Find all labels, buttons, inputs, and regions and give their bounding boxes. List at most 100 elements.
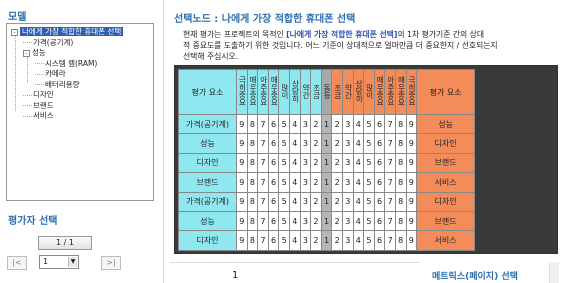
score-option[interactable]: 7 bbox=[257, 113, 269, 135]
score-option[interactable]: 4 bbox=[288, 113, 301, 135]
score-option[interactable]: 6 bbox=[267, 113, 280, 135]
score-option[interactable]: 3 bbox=[299, 172, 312, 193]
score-option[interactable]: 6 bbox=[267, 133, 280, 154]
score-option[interactable]: 4 bbox=[352, 152, 365, 174]
score-option[interactable]: 4 bbox=[288, 152, 301, 174]
score-option-equal[interactable]: 1 bbox=[320, 152, 333, 174]
tree-collapse-icon[interactable]: - bbox=[23, 49, 30, 57]
score-option[interactable]: 7 bbox=[257, 191, 269, 212]
score-option[interactable]: 8 bbox=[246, 133, 259, 154]
score-option[interactable]: 2 bbox=[331, 113, 343, 135]
score-option[interactable]: 7 bbox=[384, 230, 396, 251]
score-option[interactable]: 9 bbox=[236, 210, 248, 232]
score-option[interactable]: 2 bbox=[331, 152, 343, 174]
score-option[interactable]: 3 bbox=[299, 152, 312, 174]
tree-item[interactable]: 배터리용량 bbox=[35, 79, 80, 90]
score-option[interactable]: 7 bbox=[384, 133, 396, 154]
score-option[interactable]: 5 bbox=[278, 152, 290, 174]
score-option[interactable]: 9 bbox=[405, 152, 418, 174]
score-option[interactable]: 2 bbox=[331, 172, 343, 193]
score-option[interactable]: 9 bbox=[405, 230, 418, 251]
score-option[interactable]: 9 bbox=[236, 152, 248, 174]
score-option[interactable]: 6 bbox=[373, 210, 386, 232]
score-option[interactable]: 5 bbox=[363, 210, 375, 232]
score-option[interactable]: 9 bbox=[236, 113, 248, 135]
score-option[interactable]: 7 bbox=[257, 172, 269, 193]
last-page-button[interactable]: >| bbox=[101, 256, 121, 270]
score-option[interactable]: 7 bbox=[257, 210, 269, 232]
score-option[interactable]: 8 bbox=[246, 210, 259, 232]
score-option[interactable]: 2 bbox=[310, 172, 322, 193]
score-option[interactable]: 9 bbox=[405, 191, 418, 212]
score-option[interactable]: 8 bbox=[394, 210, 407, 232]
score-option[interactable]: 7 bbox=[384, 191, 396, 212]
model-tree[interactable]: - 나에게 가장 적합한 휴대폰 선택 가격(공기계) - 성능 시스템 램(RAM) 카메… bbox=[6, 23, 154, 201]
score-option[interactable]: 8 bbox=[394, 133, 407, 154]
score-option[interactable]: 4 bbox=[352, 133, 365, 154]
tree-item[interactable]: 디자인 bbox=[23, 89, 54, 100]
score-option[interactable]: 2 bbox=[310, 191, 322, 212]
score-option[interactable]: 7 bbox=[257, 230, 269, 251]
score-option[interactable]: 7 bbox=[257, 133, 269, 154]
score-option[interactable]: 8 bbox=[246, 113, 259, 135]
score-option[interactable]: 8 bbox=[394, 172, 407, 193]
score-option[interactable]: 3 bbox=[299, 210, 312, 232]
score-option[interactable]: 6 bbox=[267, 210, 280, 232]
score-option[interactable]: 5 bbox=[363, 152, 375, 174]
score-option[interactable]: 4 bbox=[288, 230, 301, 251]
score-option-equal[interactable]: 1 bbox=[320, 230, 333, 251]
matrix-page-select-label[interactable]: 메트릭스(페이지) 선택 bbox=[432, 269, 518, 282]
score-option[interactable]: 2 bbox=[310, 113, 322, 135]
score-option[interactable]: 4 bbox=[352, 172, 365, 193]
score-option[interactable]: 6 bbox=[373, 152, 386, 174]
score-option[interactable]: 3 bbox=[341, 133, 354, 154]
score-option[interactable]: 8 bbox=[246, 191, 259, 212]
score-option[interactable]: 6 bbox=[373, 113, 386, 135]
score-option-equal[interactable]: 1 bbox=[320, 113, 333, 135]
score-option[interactable]: 5 bbox=[278, 210, 290, 232]
evaluator-select[interactable]: 1 ▼ bbox=[39, 255, 79, 269]
score-option[interactable]: 2 bbox=[331, 191, 343, 212]
score-option[interactable]: 2 bbox=[331, 133, 343, 154]
score-option[interactable]: 9 bbox=[236, 172, 248, 193]
score-option[interactable]: 8 bbox=[394, 230, 407, 251]
vertical-scrollbar[interactable] bbox=[549, 262, 559, 283]
score-option[interactable]: 5 bbox=[363, 113, 375, 135]
score-option[interactable]: 7 bbox=[384, 172, 396, 193]
score-option[interactable]: 5 bbox=[278, 133, 290, 154]
score-option-equal[interactable]: 1 bbox=[320, 133, 333, 154]
score-option[interactable]: 9 bbox=[405, 210, 418, 232]
score-option[interactable]: 9 bbox=[236, 191, 248, 212]
score-option[interactable]: 2 bbox=[331, 210, 343, 232]
score-option[interactable]: 3 bbox=[299, 133, 312, 154]
score-option[interactable]: 2 bbox=[310, 152, 322, 174]
score-option[interactable]: 6 bbox=[373, 172, 386, 193]
score-option[interactable]: 9 bbox=[405, 113, 418, 135]
score-option[interactable]: 8 bbox=[394, 191, 407, 212]
tree-item[interactable]: 가격(공기계) bbox=[23, 37, 73, 48]
score-option[interactable]: 8 bbox=[394, 152, 407, 174]
tree-item[interactable]: 카메라 bbox=[35, 68, 66, 79]
score-option[interactable]: 2 bbox=[310, 133, 322, 154]
score-option-equal[interactable]: 1 bbox=[320, 172, 333, 193]
score-option[interactable]: 4 bbox=[288, 133, 301, 154]
score-option[interactable]: 5 bbox=[363, 191, 375, 212]
score-option[interactable]: 7 bbox=[257, 152, 269, 174]
score-option[interactable]: 5 bbox=[363, 172, 375, 193]
score-option[interactable]: 7 bbox=[384, 210, 396, 232]
tree-collapse-icon[interactable]: - bbox=[11, 28, 18, 36]
score-option[interactable]: 5 bbox=[278, 191, 290, 212]
score-option[interactable]: 3 bbox=[341, 210, 354, 232]
score-option[interactable]: 5 bbox=[278, 172, 290, 193]
score-option[interactable]: 6 bbox=[373, 133, 386, 154]
score-option[interactable]: 3 bbox=[341, 172, 354, 193]
tree-item[interactable]: - 나에게 가장 적합한 휴대폰 선택 bbox=[11, 26, 124, 37]
score-option[interactable]: 5 bbox=[363, 230, 375, 251]
score-option[interactable]: 6 bbox=[373, 191, 386, 212]
score-option[interactable]: 8 bbox=[246, 172, 259, 193]
score-option[interactable]: 8 bbox=[394, 113, 407, 135]
score-option[interactable]: 6 bbox=[267, 191, 280, 212]
score-option[interactable]: 6 bbox=[267, 152, 280, 174]
score-option[interactable]: 9 bbox=[236, 133, 248, 154]
tree-item[interactable]: 시스템 램(RAM) bbox=[35, 58, 97, 69]
